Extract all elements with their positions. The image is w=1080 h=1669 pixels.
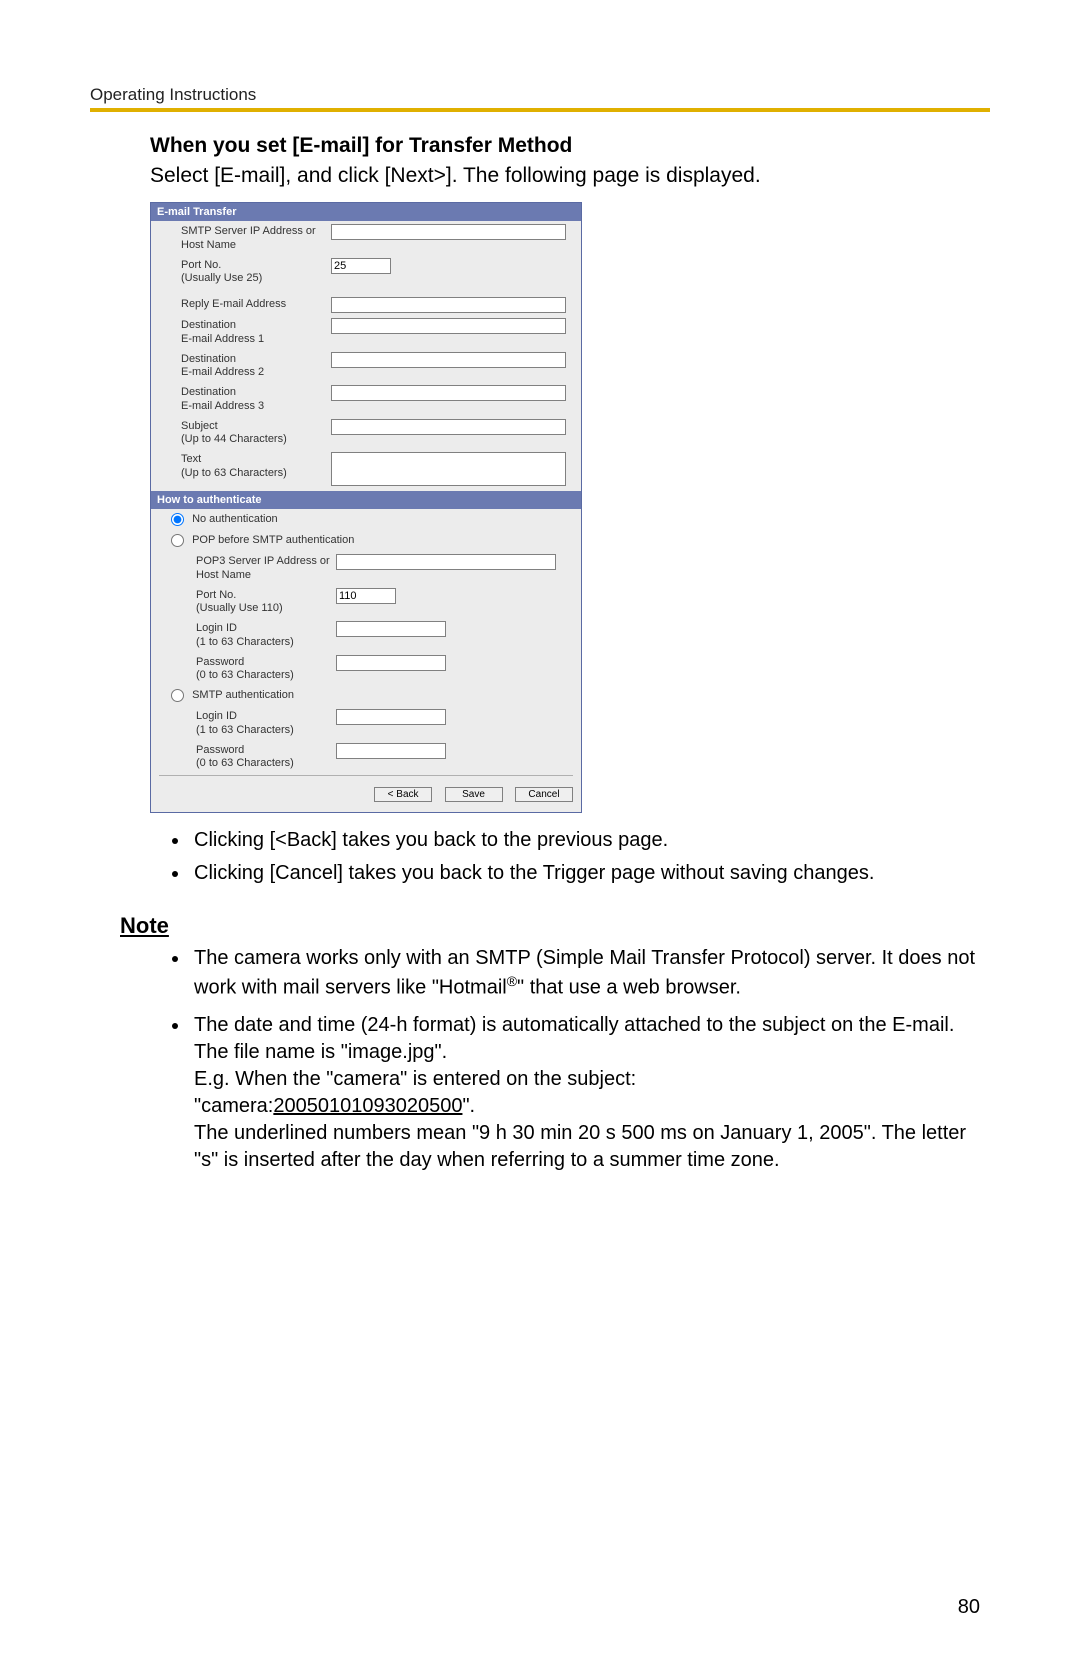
label-reply-email: Reply E-mail Address xyxy=(181,296,331,312)
bullet-cancel: Clicking [Cancel] takes you back to the … xyxy=(190,860,990,887)
row-reply-email: Reply E-mail Address xyxy=(151,294,581,315)
label-smtp-login: Login ID (1 to 63 Characters) xyxy=(196,708,336,738)
input-pop3-port[interactable] xyxy=(336,588,396,604)
note-2a: The date and time (24-h format) is autom… xyxy=(194,1014,954,1063)
input-dest1[interactable] xyxy=(331,318,566,334)
radio-text-pop: POP before SMTP authentication xyxy=(192,534,354,546)
row-smtp-port: Port No. (Usually Use 25) xyxy=(151,255,581,289)
row-dest1: Destination E-mail Address 1 xyxy=(151,315,581,349)
page-number: 80 xyxy=(958,1596,980,1619)
post-ui-bullets: Clicking [<Back] takes you back to the p… xyxy=(190,827,990,887)
radio-row-none: No authentication xyxy=(151,509,581,530)
radio-label-none[interactable]: No authentication xyxy=(171,513,278,525)
radio-text-none: No authentication xyxy=(192,513,278,525)
radio-no-auth[interactable] xyxy=(171,513,184,526)
note-2c-post: ". xyxy=(462,1095,475,1117)
input-subject[interactable] xyxy=(331,419,566,435)
radio-label-pop[interactable]: POP before SMTP authentication xyxy=(171,534,354,546)
running-head: Operating Instructions xyxy=(90,85,990,105)
label-text: Text (Up to 63 Characters) xyxy=(181,451,331,481)
input-smtp-server[interactable] xyxy=(331,224,566,240)
bullet-back: Clicking [<Back] takes you back to the p… xyxy=(190,827,990,854)
button-row: < Back Save Cancel xyxy=(151,778,581,812)
panel-header-email-transfer: E-mail Transfer xyxy=(151,203,581,221)
label-pop-login: Login ID (1 to 63 Characters) xyxy=(196,620,336,650)
note-2c-number: 20050101093020500 xyxy=(273,1095,462,1117)
note-bullets: The camera works only with an SMTP (Simp… xyxy=(190,945,990,1174)
save-button[interactable]: Save xyxy=(445,787,503,802)
label-dest1: Destination E-mail Address 1 xyxy=(181,317,331,347)
note-2d: The underlined numbers mean "9 h 30 min … xyxy=(194,1122,966,1171)
label-subject: Subject (Up to 44 Characters) xyxy=(181,418,331,448)
label-pop3-port: Port No. (Usually Use 110) xyxy=(196,587,336,617)
radio-row-smtp: SMTP authentication xyxy=(151,685,581,706)
input-smtp-port[interactable] xyxy=(331,258,391,274)
note-2b: E.g. When the "camera" is entered on the… xyxy=(194,1068,636,1090)
note-item-smtp: The camera works only with an SMTP (Simp… xyxy=(190,945,990,1002)
back-button[interactable]: < Back xyxy=(374,787,432,802)
section-heading: When you set [E-mail] for Transfer Metho… xyxy=(150,134,990,158)
note-1b: " that use a web browser. xyxy=(517,977,741,999)
row-pop3-server: POP3 Server IP Address or Host Name xyxy=(151,551,581,585)
panel-divider xyxy=(159,775,573,776)
label-smtp-password: Password (0 to 63 Characters) xyxy=(196,742,336,772)
input-smtp-password[interactable] xyxy=(336,743,446,759)
radio-row-pop: POP before SMTP authentication xyxy=(151,530,581,551)
row-pop3-port: Port No. (Usually Use 110) xyxy=(151,585,581,619)
input-reply-email[interactable] xyxy=(331,297,566,313)
row-pop-password: Password (0 to 63 Characters) xyxy=(151,652,581,686)
panel-header-auth: How to authenticate xyxy=(151,491,581,509)
input-pop3-server[interactable] xyxy=(336,554,556,570)
note-heading: Note xyxy=(120,913,990,939)
label-smtp-server: SMTP Server IP Address or Host Name xyxy=(181,223,331,253)
row-smtp-password: Password (0 to 63 Characters) xyxy=(151,740,581,774)
row-smtp-login: Login ID (1 to 63 Characters) xyxy=(151,706,581,740)
radio-text-smtp: SMTP authentication xyxy=(192,689,294,701)
label-pop3-server: POP3 Server IP Address or Host Name xyxy=(196,553,336,583)
row-smtp-server: SMTP Server IP Address or Host Name xyxy=(151,221,581,255)
radio-pop-before-smtp[interactable] xyxy=(171,534,184,547)
radio-smtp-auth[interactable] xyxy=(171,689,184,702)
note-item-datetime: The date and time (24-h format) is autom… xyxy=(190,1012,990,1174)
input-dest3[interactable] xyxy=(331,385,566,401)
email-transfer-panel: E-mail Transfer SMTP Server IP Address o… xyxy=(150,202,582,813)
label-pop-password: Password (0 to 63 Characters) xyxy=(196,654,336,684)
input-pop-password[interactable] xyxy=(336,655,446,671)
label-dest3: Destination E-mail Address 3 xyxy=(181,384,331,414)
row-subject: Subject (Up to 44 Characters) xyxy=(151,416,581,450)
registered-mark: ® xyxy=(507,973,517,989)
header-rule xyxy=(90,108,990,112)
input-smtp-login[interactable] xyxy=(336,709,446,725)
row-dest2: Destination E-mail Address 2 xyxy=(151,349,581,383)
note-2c-pre: "camera: xyxy=(194,1095,273,1117)
row-text: Text (Up to 63 Characters) xyxy=(151,449,581,491)
page: Operating Instructions When you set [E-m… xyxy=(0,0,1080,1669)
label-smtp-port: Port No. (Usually Use 25) xyxy=(181,257,331,287)
input-dest2[interactable] xyxy=(331,352,566,368)
section-intro: Select [E-mail], and click [Next>]. The … xyxy=(150,164,990,188)
cancel-button[interactable]: Cancel xyxy=(515,787,573,802)
row-pop-login: Login ID (1 to 63 Characters) xyxy=(151,618,581,652)
radio-label-smtp[interactable]: SMTP authentication xyxy=(171,689,294,701)
input-pop-login[interactable] xyxy=(336,621,446,637)
row-dest3: Destination E-mail Address 3 xyxy=(151,382,581,416)
textarea-text[interactable] xyxy=(331,452,566,486)
label-dest2: Destination E-mail Address 2 xyxy=(181,351,331,381)
